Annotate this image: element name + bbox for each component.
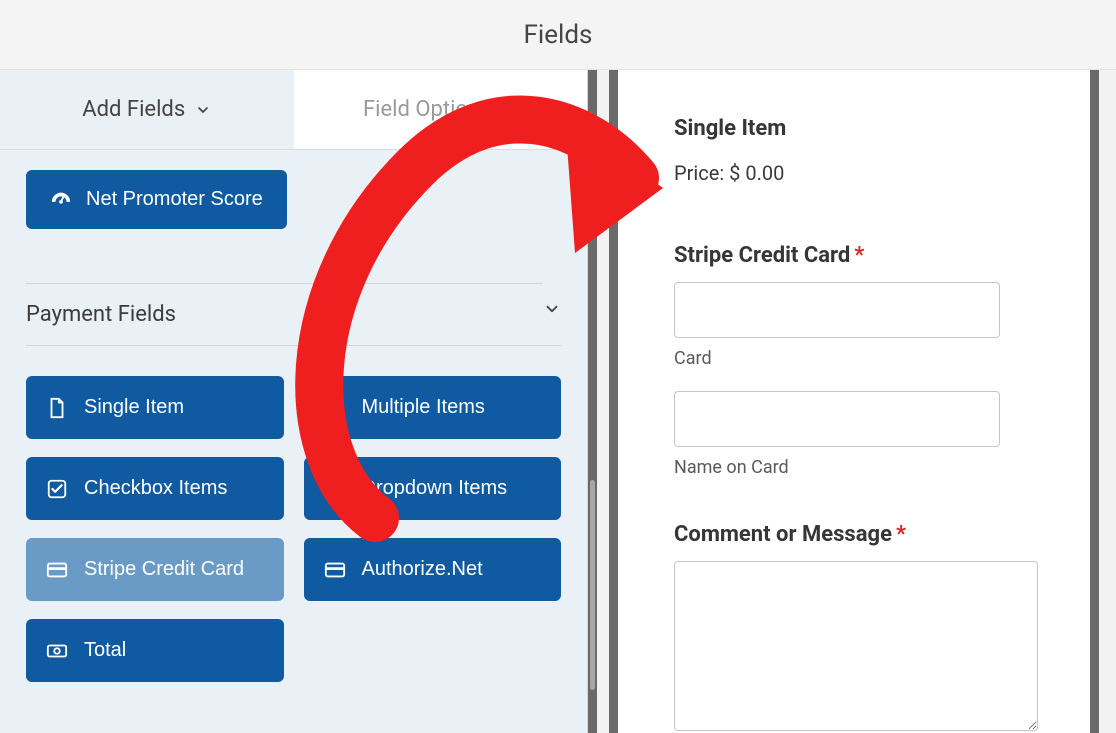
name-on-card-sublabel: Name on Card: [674, 457, 1060, 478]
chevron-down-icon: [195, 102, 211, 118]
left-tabs: Add Fields Field Options: [0, 70, 587, 150]
right-edge-gutter: [1090, 70, 1116, 733]
field-label: Authorize.Net: [362, 558, 483, 581]
comment-textarea[interactable]: [674, 561, 1038, 731]
chevron-down-icon: [543, 300, 561, 318]
card-icon: [324, 559, 346, 581]
tab-add-fields-label: Add Fields: [82, 97, 185, 122]
field-checkbox-items[interactable]: Checkbox Items: [26, 457, 284, 520]
file-icon: [46, 397, 68, 419]
tab-field-options[interactable]: Field Options: [294, 70, 588, 149]
card-sublabel: Card: [674, 348, 1060, 369]
preview-panel: Single Item Price: $ 0.00 Stripe Credit …: [618, 70, 1116, 733]
main-split: Add Fields Field Options Net Promot: [0, 70, 1116, 733]
tab-field-options-label: Field Options: [363, 97, 491, 122]
net-promoter-score-button[interactable]: Net Promoter Score: [26, 170, 287, 229]
dropdown-icon: [324, 478, 346, 500]
payment-fields-title: Payment Fields: [26, 283, 543, 327]
name-on-card-input[interactable]: [674, 391, 1000, 447]
scrollbar-thumb[interactable]: [590, 480, 595, 690]
required-mark: *: [854, 243, 864, 268]
field-label: Checkbox Items: [84, 477, 227, 500]
stripe-card-label: Stripe Credit Card*: [674, 243, 1060, 268]
left-panel: Add Fields Field Options Net Promot: [0, 70, 588, 733]
field-multiple-items[interactable]: Multiple Items: [304, 376, 562, 439]
comment-label: Comment or Message*: [674, 522, 1060, 547]
field-label: Multiple Items: [362, 396, 485, 419]
required-mark: *: [896, 522, 906, 547]
chevron-right-icon: [501, 102, 517, 118]
left-body: Net Promoter Score Payment Fields Single…: [0, 150, 587, 722]
field-authorize-net[interactable]: Authorize.Net: [304, 538, 562, 601]
preview-item-heading: Single Item: [674, 116, 1060, 141]
field-single-item[interactable]: Single Item: [26, 376, 284, 439]
payment-fields-grid: Single Item Multiple Items Checkb: [26, 376, 561, 682]
field-label: Total: [84, 639, 126, 662]
tab-add-fields[interactable]: Add Fields: [0, 70, 294, 149]
checkbox-icon: [46, 478, 68, 500]
field-dropdown-items[interactable]: Dropdown Items: [304, 457, 562, 520]
field-label: Stripe Credit Card: [84, 558, 244, 581]
payment-fields-header[interactable]: Payment Fields: [26, 283, 561, 346]
card-input[interactable]: [674, 282, 1000, 338]
nps-button-label: Net Promoter Score: [86, 188, 263, 211]
list-icon: [324, 397, 346, 419]
field-stripe-credit-card[interactable]: Stripe Credit Card: [26, 538, 284, 601]
page-title: Fields: [524, 20, 593, 50]
money-icon: [46, 640, 68, 662]
top-bar: Fields: [0, 0, 1116, 70]
field-total[interactable]: Total: [26, 619, 284, 682]
field-label: Dropdown Items: [362, 477, 508, 500]
field-label: Single Item: [84, 396, 184, 419]
panel-divider[interactable]: [588, 70, 618, 733]
gauge-icon: [50, 189, 72, 211]
preview-price: Price: $ 0.00: [674, 161, 1060, 185]
card-icon: [46, 559, 68, 581]
